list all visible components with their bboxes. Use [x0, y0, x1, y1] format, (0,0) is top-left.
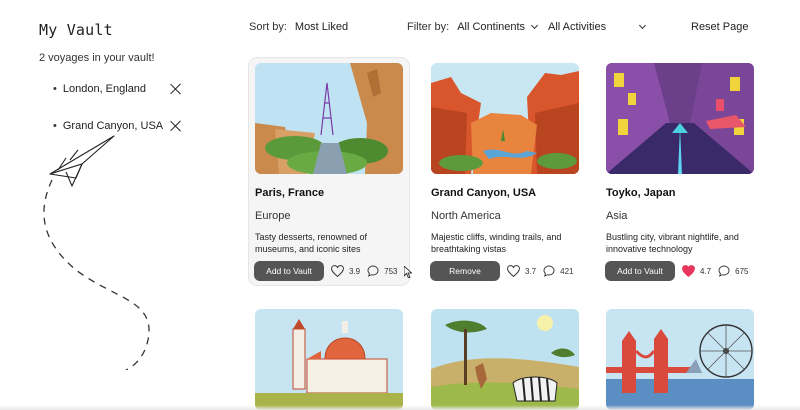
add-to-vault-button[interactable]: Add to Vault: [254, 261, 324, 281]
mouse-cursor-icon: [404, 266, 412, 278]
filter-toolbar: Sort by: Most Liked Filter by: All Conti…: [240, 0, 800, 55]
chevron-down-icon[interactable]: [531, 21, 539, 30]
card-title: Grand Canyon, USA: [431, 187, 537, 199]
sort-control[interactable]: Sort by: Most Liked: [249, 21, 348, 33]
rating-value: 4.7: [700, 266, 712, 276]
card-title: Paris, France: [255, 187, 325, 199]
reset-page-label[interactable]: Reset Page: [691, 21, 748, 33]
like-stat[interactable]: 3.9: [331, 265, 360, 277]
destination-image: [255, 63, 403, 174]
reset-page-button[interactable]: Reset Page: [691, 21, 748, 33]
close-icon[interactable]: [169, 82, 183, 96]
vault-count: 2 voyages in your vault!: [39, 52, 155, 64]
card-actions: Remove 3.7 421: [430, 261, 573, 281]
sort-select[interactable]: Most Liked: [295, 21, 348, 33]
heart-icon[interactable]: [507, 265, 520, 277]
vault-item-london: • London, England: [53, 82, 183, 96]
card-actions: Add to Vault 3.9 753: [254, 261, 397, 281]
like-stat[interactable]: 4.7: [682, 265, 711, 277]
vault-item-label: London, England: [62, 83, 147, 95]
destination-image: [255, 309, 403, 410]
destination-card-london[interactable]: [600, 304, 760, 410]
destination-card-grand-canyon[interactable]: Grand Canyon, USA North America Majestic…: [425, 58, 585, 285]
rating-value: 3.7: [525, 266, 537, 276]
destination-card-tokyo[interactable]: Toyko, Japan Asia Bustling city, vibrant…: [600, 58, 760, 285]
filter-label: Filter by:: [407, 21, 450, 33]
destination-card-paris[interactable]: Paris, France Europe Tasty desserts, ren…: [249, 58, 409, 285]
bullet-dot: •: [53, 83, 57, 95]
sort-label: Sort by:: [249, 21, 287, 33]
activity-filter[interactable]: All Activities: [548, 21, 647, 33]
heart-icon[interactable]: [331, 265, 344, 277]
add-to-vault-button[interactable]: Add to Vault: [605, 261, 675, 281]
card-actions: Add to Vault 4.7 675: [605, 261, 748, 281]
scroll-edge-shadow: [0, 405, 800, 410]
destination-image: [606, 63, 754, 174]
card-region: Europe: [255, 210, 291, 222]
vault-title: My Vault: [39, 21, 113, 39]
comment-icon[interactable]: [543, 265, 555, 277]
remove-button[interactable]: Remove: [430, 261, 500, 281]
card-region: Asia: [606, 210, 628, 222]
activity-select[interactable]: All Activities: [548, 21, 606, 33]
comment-stat[interactable]: 753: [367, 265, 397, 277]
paper-plane-icon: [43, 135, 150, 370]
vault-sidebar: My Vault 2 voyages in your vault! • Lond…: [0, 0, 225, 410]
comment-icon[interactable]: [718, 265, 730, 277]
comment-count: 421: [560, 266, 574, 276]
comment-count: 675: [735, 266, 749, 276]
destination-image: [431, 309, 579, 410]
card-description: Bustling city, vibrant nightlife, and in…: [606, 232, 739, 254]
destination-card-florence[interactable]: [249, 304, 409, 410]
destination-image: [606, 309, 754, 410]
comment-stat[interactable]: 421: [543, 265, 573, 277]
continent-select[interactable]: All Continents: [457, 21, 525, 33]
card-description: Tasty desserts, renowned of museums, and…: [255, 232, 368, 254]
comment-stat[interactable]: 675: [718, 265, 748, 277]
rating-value: 3.9: [349, 266, 361, 276]
like-stat[interactable]: 3.7: [507, 265, 536, 277]
chevron-down-icon[interactable]: [639, 21, 647, 30]
destination-image: [431, 63, 579, 174]
filter-control: Filter by: All Continents: [407, 21, 539, 33]
close-icon[interactable]: [169, 119, 183, 133]
comment-icon[interactable]: [367, 265, 379, 277]
heart-icon[interactable]: [682, 265, 695, 277]
card-title: Toyko, Japan: [606, 187, 676, 199]
card-description: Majestic cliffs, winding trails, and bre…: [431, 232, 562, 254]
destination-card-safari[interactable]: [425, 304, 585, 410]
comment-count: 753: [384, 266, 398, 276]
card-region: North America: [431, 210, 501, 222]
